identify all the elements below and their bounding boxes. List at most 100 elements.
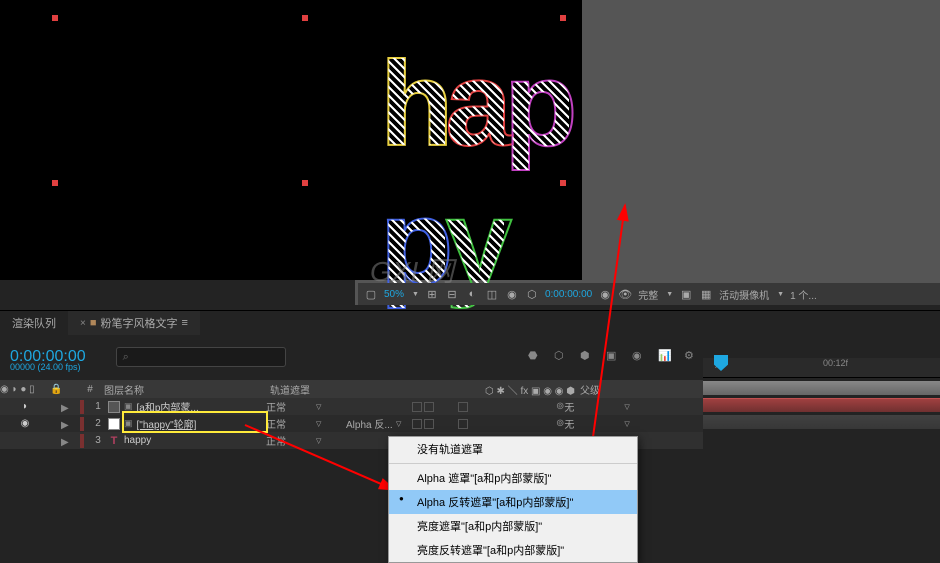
selection-marker[interactable] xyxy=(52,180,58,186)
track-matte-cell[interactable]: Alpha 反... xyxy=(326,416,396,431)
guides-icon[interactable]: ⊟ xyxy=(445,287,459,301)
close-icon[interactable]: × xyxy=(80,318,86,329)
search-icon: ⌕ xyxy=(123,351,129,364)
roi-icon[interactable]: ▣ xyxy=(679,287,693,301)
region-icon[interactable]: ◫ xyxy=(485,287,499,301)
menu-item-luma-inverted[interactable]: 亮度反转遮罩"[a和p内部蒙版]" xyxy=(389,538,637,562)
motion-blur-icon[interactable]: ◉ xyxy=(632,349,648,365)
camera-dropdown-icon[interactable]: ▼ xyxy=(777,291,784,298)
exposure-icon[interactable]: ⬡ xyxy=(525,287,539,301)
zoom-dropdown-icon[interactable]: ▼ xyxy=(412,291,419,298)
parent-pickwhip-icon[interactable]: ⊚ xyxy=(556,401,564,412)
layer-av-toggles[interactable]: ◗ xyxy=(0,401,50,412)
shy-icon[interactable]: ⬢ xyxy=(580,349,596,365)
grid-icon[interactable]: ⊞ xyxy=(425,287,439,301)
zoom-level[interactable]: 50% xyxy=(384,289,404,300)
col-switches[interactable]: ⬡ ✱ ＼ fx ▣ ◉ ◉ ⬢ xyxy=(480,382,580,397)
views-dropdown[interactable]: 1 个... xyxy=(790,287,817,302)
layer-name-cell[interactable]: ▣ [a和p内部蒙... xyxy=(108,399,266,414)
parent-dropdown-icon[interactable]: ▽ xyxy=(624,403,634,411)
comp-flowchart-icon[interactable]: ⬣ xyxy=(528,349,544,365)
layer-row-2[interactable]: ◉ ▶ 2 ▣ ["happy"轮廓] 正常 ▽ Alpha 反... ▽ ⊚ … xyxy=(0,415,703,432)
solo-icon[interactable]: ◗ xyxy=(22,401,28,412)
menu-item-alpha[interactable]: Alpha 遮罩"[a和p内部蒙版]" xyxy=(389,466,637,490)
trkmat-dropdown-icon[interactable]: ▽ xyxy=(396,420,406,428)
layer-row-1[interactable]: ◗ ▶ 1 ▣ [a和p内部蒙... 正常 ▽ ⊚ 无 ▽ xyxy=(0,398,703,415)
layer-name-cell[interactable]: T happy xyxy=(108,435,266,447)
layer-color[interactable] xyxy=(80,400,84,414)
show-snapshot-icon[interactable]: 👁 xyxy=(618,287,632,301)
snapshot-icon[interactable]: ◉ xyxy=(598,287,612,301)
brainstorm-icon[interactable]: ⚙ xyxy=(684,349,700,365)
timeline-bar-layer1[interactable] xyxy=(703,381,940,395)
selection-marker[interactable] xyxy=(302,180,308,186)
menu-item-luma[interactable]: 亮度遮罩"[a和p内部蒙版]" xyxy=(389,514,637,538)
layer-name: [a和p内部蒙... xyxy=(137,399,199,414)
layer-av-toggles[interactable]: ◉ xyxy=(0,418,50,429)
layer-color[interactable] xyxy=(80,417,84,431)
mask-toggle-icon[interactable]: ◐ xyxy=(465,287,479,301)
expand-icon[interactable]: ▶ xyxy=(61,420,69,428)
visibility-icon[interactable]: ◉ xyxy=(21,418,30,429)
frame-blend-icon[interactable]: ▣ xyxy=(606,349,622,365)
tab-composition[interactable]: × ■ 粉笔字风格文字 ≡ xyxy=(68,311,200,335)
mask-icon[interactable]: ▢ xyxy=(364,287,378,301)
draft3d-icon[interactable]: ⬡ xyxy=(554,349,570,365)
selection-marker[interactable] xyxy=(302,15,308,21)
menu-separator xyxy=(389,463,637,464)
parent-dropdown-icon[interactable]: ▽ xyxy=(624,420,634,428)
graph-editor-icon[interactable]: 📊 xyxy=(658,349,674,365)
selection-marker[interactable] xyxy=(560,180,566,186)
letter-p1: p xyxy=(504,35,569,173)
layer-number: 2 xyxy=(88,418,108,429)
col-track-matte[interactable]: 轨道遮罩 xyxy=(270,382,400,397)
blend-mode[interactable]: 正常 xyxy=(266,433,316,448)
layer-lock[interactable]: ▶ xyxy=(50,437,80,445)
layer-lock[interactable]: ▶ xyxy=(50,403,80,411)
layer-name-cell[interactable]: ▣ ["happy"轮廓] xyxy=(108,416,266,431)
comp-icon xyxy=(108,401,120,413)
preview-area: happy GXI 网 system.com ▢ 50% ▼ ⊞ ⊟ ◐ ◫ ◉… xyxy=(0,0,940,305)
expand-icon[interactable]: ▶ xyxy=(61,403,69,411)
layer-search-input[interactable]: ⌕ xyxy=(116,347,286,367)
menu-item-none[interactable]: 没有轨道遮罩 xyxy=(389,437,637,461)
layer-color[interactable] xyxy=(80,434,84,448)
preview-timecode[interactable]: 0:00:00:00 xyxy=(545,289,592,300)
menu-item-alpha-inverted[interactable]: Alpha 反转遮罩"[a和p内部蒙版]" xyxy=(389,490,637,514)
expand-icon[interactable]: ▶ xyxy=(61,437,69,445)
tab-render-queue[interactable]: 渲染队列 xyxy=(0,311,68,335)
channel-icon[interactable]: ◉ xyxy=(505,287,519,301)
blend-mode[interactable]: 正常 xyxy=(266,416,316,431)
layer-lock[interactable]: ▶ xyxy=(50,420,80,428)
timeline-bar-layer2[interactable] xyxy=(703,398,940,412)
selection-marker[interactable] xyxy=(560,15,566,21)
col-av-features[interactable]: ◉ ◗ ● ▯ xyxy=(0,384,50,395)
col-number[interactable]: # xyxy=(80,384,100,395)
camera-dropdown[interactable]: 活动摄像机 xyxy=(719,287,769,302)
blend-mode[interactable]: 正常 xyxy=(266,399,316,414)
mode-dropdown-icon[interactable]: ▽ xyxy=(316,403,326,411)
col-lock[interactable]: 🔒 xyxy=(50,384,80,395)
timeline-ruler[interactable]: )0f 00:12f xyxy=(703,358,940,378)
preview-toolbar: ▢ 50% ▼ ⊞ ⊟ ◐ ◫ ◉ ⬡ 0:00:00:00 ◉ 👁 完整 ▼ … xyxy=(358,283,940,305)
preview-canvas[interactable]: happy xyxy=(0,0,582,280)
parent-dropdown[interactable]: 无 xyxy=(564,399,624,414)
transparency-icon[interactable]: ▦ xyxy=(699,287,713,301)
parent-pickwhip-icon[interactable]: ⊚ xyxy=(556,418,564,429)
timeline-bar-layer3[interactable] xyxy=(703,415,940,429)
parent-dropdown[interactable]: 无 xyxy=(564,416,624,431)
layer-number: 3 xyxy=(88,435,108,446)
mode-dropdown-icon[interactable]: ▽ xyxy=(316,420,326,428)
precomp-icon: ▣ xyxy=(124,401,133,412)
resolution-dropdown[interactable]: 完整 xyxy=(638,287,658,302)
layer-switches[interactable] xyxy=(406,402,546,412)
tab-menu-icon[interactable]: ≡ xyxy=(182,317,188,329)
letter-a: a xyxy=(445,35,504,173)
selection-marker[interactable] xyxy=(52,15,58,21)
mode-dropdown-icon[interactable]: ▽ xyxy=(316,437,326,445)
col-parent[interactable]: 父级 xyxy=(580,382,640,397)
col-layer-name[interactable]: 图层名称 xyxy=(100,382,270,397)
layer-switches[interactable] xyxy=(406,419,546,429)
res-dropdown-icon[interactable]: ▼ xyxy=(666,291,673,298)
layer-number: 1 xyxy=(88,401,108,412)
